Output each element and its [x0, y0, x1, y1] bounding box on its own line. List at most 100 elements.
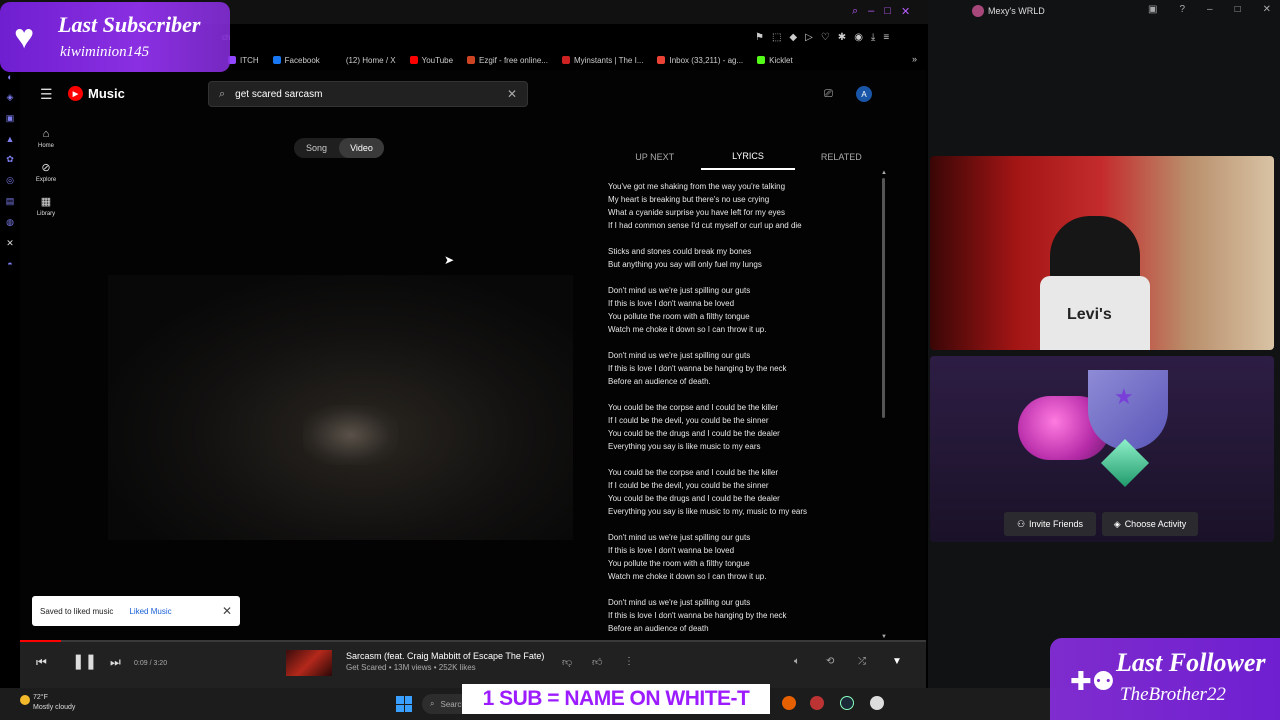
- tab-lyrics[interactable]: LYRICS: [701, 144, 795, 170]
- close-icon[interactable]: ✕: [222, 604, 232, 618]
- pause-icon[interactable]: ❚❚: [72, 652, 97, 670]
- track-thumbnail[interactable]: [286, 650, 332, 676]
- tab-related[interactable]: RELATED: [795, 144, 888, 170]
- close-icon[interactable]: ✕: [901, 5, 910, 18]
- track-subtitle[interactable]: Get Scared • 13M views • 252K likes: [346, 663, 476, 672]
- search-input[interactable]: ⌕ get scared sarcasm ✕: [208, 81, 528, 107]
- lyrics-line: You pollute the room with a filthy tongu…: [608, 312, 750, 321]
- app-icon[interactable]: [810, 696, 824, 710]
- bookmark-item[interactable]: Myinstants | The I...: [561, 56, 643, 65]
- heart-icon[interactable]: ♡: [821, 32, 830, 43]
- volume-icon[interactable]: 🔈︎: [794, 656, 800, 667]
- bookmarks-overflow-icon[interactable]: »: [912, 54, 917, 64]
- next-icon[interactable]: ⏭: [110, 655, 121, 670]
- invite-friends-button[interactable]: ⚇ Invite Friends: [1004, 512, 1096, 536]
- help-icon[interactable]: ?: [1179, 4, 1185, 15]
- previous-icon[interactable]: ⏮: [36, 655, 47, 670]
- choose-activity-button[interactable]: ◈ Choose Activity: [1102, 512, 1198, 536]
- clear-search-icon[interactable]: ✕: [507, 87, 517, 101]
- bookmark-favicon-icon: [333, 56, 342, 64]
- webcam-feed: Levi's: [930, 156, 1274, 350]
- strip-icon[interactable]: ◎: [6, 175, 14, 186]
- dislike-icon[interactable]: 👎︎: [562, 656, 572, 668]
- search-icon: ⌕: [430, 699, 435, 708]
- toast-liked-music-link[interactable]: Liked Music: [129, 607, 171, 616]
- nav-explore-label: Explore: [35, 177, 57, 183]
- discord-icon[interactable]: ◓: [7, 259, 12, 269]
- minimize-icon[interactable]: –: [868, 5, 874, 18]
- song-video-toggle[interactable]: Song Video: [294, 138, 384, 158]
- steam-icon[interactable]: [840, 696, 854, 710]
- minimize-icon[interactable]: –: [1207, 4, 1213, 15]
- bookmark-item[interactable]: YouTube: [409, 55, 454, 65]
- hamburger-menu-icon[interactable]: ☰: [40, 86, 53, 103]
- avatar[interactable]: A: [856, 86, 872, 102]
- cast-icon[interactable]: ⎚: [824, 88, 833, 101]
- bookmark-item[interactable]: (12) Home / X: [333, 56, 396, 65]
- messenger-icon[interactable]: ◍: [6, 217, 14, 228]
- video-player[interactable]: [108, 275, 573, 540]
- expand-player-icon[interactable]: ▼: [892, 656, 902, 667]
- maximize-icon[interactable]: □: [884, 5, 891, 18]
- lyrics-line: Watch me choke it down so I can throw it…: [608, 325, 767, 334]
- bookmark-label: YouTube: [421, 55, 454, 65]
- screenshot-icon[interactable]: ⬚: [772, 32, 781, 43]
- lyrics-line: You could be the drugs and I could be th…: [608, 494, 780, 503]
- more-options-icon[interactable]: ⋮: [624, 656, 634, 667]
- track-title[interactable]: Sarcasm (feat. Craig Mabbitt of Escape T…: [346, 651, 544, 661]
- lyrics-line: Don't mind us we're just spilling our gu…: [608, 286, 751, 295]
- bookmark-item[interactable]: Inbox (33,211) - ag...: [657, 56, 743, 65]
- toggle-song[interactable]: Song: [294, 138, 339, 158]
- search-query[interactable]: get scared sarcasm: [235, 89, 322, 100]
- close-icon[interactable]: ✕: [1263, 4, 1271, 15]
- like-icon[interactable]: 👍︎: [592, 656, 602, 668]
- bookmark-icon[interactable]: ⚑: [755, 32, 764, 43]
- gamepad-icon: ◈: [1113, 518, 1121, 529]
- play-icon[interactable]: ▷: [805, 32, 813, 43]
- strip-icon[interactable]: ▤: [6, 196, 15, 207]
- server-avatar: [972, 5, 984, 17]
- windows-start-icon[interactable]: [396, 696, 412, 712]
- strip-icon[interactable]: ◈: [7, 92, 14, 103]
- side-nav: ⌂ Home ⊘ Explore ▦ Library: [20, 128, 72, 217]
- lyrics-stanza: Don't mind us we're just spilling our gu…: [608, 531, 878, 583]
- firefox-icon[interactable]: [782, 696, 796, 710]
- ytmusic-logo[interactable]: ▶ Music: [68, 86, 125, 101]
- toggle-video[interactable]: Video: [339, 138, 384, 158]
- weather-widget[interactable]: 72°F Mostly cloudy: [20, 693, 75, 713]
- bookmark-item[interactable]: ITCH: [228, 56, 259, 65]
- lyrics-line: Sticks and stones could break my bones: [608, 247, 752, 256]
- x-icon[interactable]: ✕: [6, 238, 14, 249]
- lyrics-scrollbar[interactable]: ▲ ▼: [881, 170, 887, 640]
- search-icon[interactable]: ⌕: [852, 5, 858, 18]
- lyrics-panel: You've got me shaking from the way you'r…: [608, 180, 878, 636]
- strip-icon[interactable]: ▲: [6, 134, 15, 144]
- shield-icon[interactable]: ◆: [789, 32, 797, 43]
- scroll-up-icon[interactable]: ▲: [881, 170, 887, 176]
- nav-library[interactable]: ▦ Library: [37, 195, 55, 217]
- bookmark-item[interactable]: Facebook: [272, 56, 320, 65]
- shuffle-icon[interactable]: ⤮: [858, 656, 866, 667]
- strip-icon[interactable]: ▣: [6, 113, 15, 124]
- tab-up-next[interactable]: UP NEXT: [608, 144, 701, 170]
- obs-icon[interactable]: [870, 696, 884, 710]
- maximize-icon[interactable]: □: [1235, 4, 1241, 15]
- nav-home[interactable]: ⌂ Home: [38, 128, 54, 149]
- scrollbar-thumb[interactable]: [882, 178, 885, 418]
- bookmark-item[interactable]: Ezgif - free online...: [467, 56, 548, 65]
- nav-explore[interactable]: ⊘ Explore: [36, 161, 56, 183]
- menu-icon[interactable]: ≡: [883, 32, 889, 43]
- bookmark-item[interactable]: Kicklet: [757, 56, 793, 65]
- repeat-icon[interactable]: ⟲: [826, 656, 834, 667]
- download-icon[interactable]: ⤓: [871, 32, 875, 43]
- inbox-icon[interactable]: ▣: [1148, 4, 1157, 15]
- last-follower-name: TheBrother22: [1120, 684, 1226, 705]
- progress-bar[interactable]: [20, 640, 926, 642]
- strip-icon[interactable]: ✿: [6, 154, 14, 165]
- choose-activity-label: Choose Activity: [1124, 519, 1187, 529]
- lyrics-line: Before an audience of death.: [608, 377, 711, 386]
- extensions-icon[interactable]: ✱: [838, 32, 846, 43]
- home-icon: ⌂: [42, 128, 50, 140]
- profile-icon[interactable]: ◉: [854, 32, 863, 43]
- strip-icon[interactable]: ◐: [7, 72, 12, 82]
